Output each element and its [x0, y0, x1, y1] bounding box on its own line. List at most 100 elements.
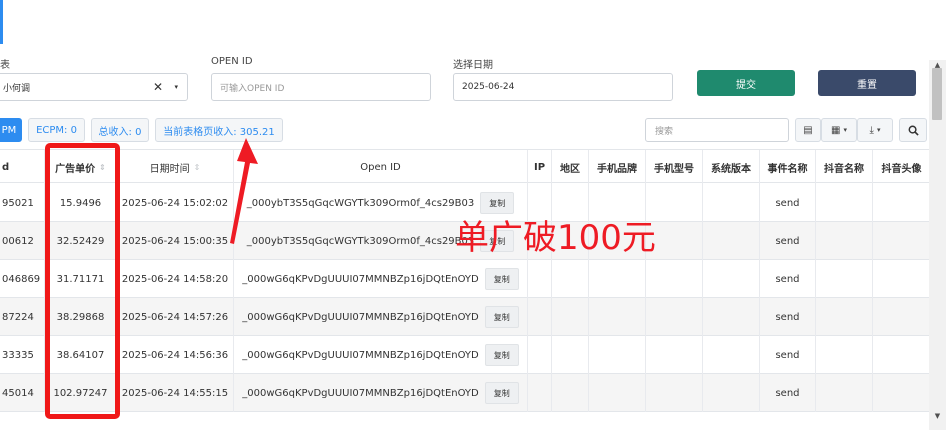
- cell-empty: [816, 298, 873, 336]
- copy-button[interactable]: 复制: [484, 382, 519, 404]
- cell-empty: [816, 260, 873, 298]
- table-row[interactable]: 33335 38.64107 2025-06-24 14:56:36 _000wG6q…: [0, 336, 930, 374]
- col-header-os[interactable]: 系统版本: [703, 150, 760, 184]
- col-header-region[interactable]: 地区: [552, 150, 589, 184]
- col-header-event[interactable]: 事件名称: [760, 150, 816, 184]
- search-button[interactable]: [899, 118, 927, 142]
- cell-datetime: 2025-06-24 15:02:02: [117, 184, 234, 222]
- openid-input[interactable]: 可输入OPEN ID: [211, 73, 431, 101]
- cell-empty: [703, 260, 760, 298]
- cell-empty: [873, 222, 930, 260]
- total-income-pill[interactable]: 总收入: 0: [91, 118, 149, 142]
- cell-openid: _000wG6qKPvDgUUUI07MMNBZp16jDQtEnOYD 复制: [234, 336, 528, 374]
- cell-empty: [816, 336, 873, 374]
- cell-datetime-text: 2025-06-24 14:56:36: [121, 349, 229, 361]
- cell-empty: [646, 298, 703, 336]
- clear-icon[interactable]: ✕: [153, 80, 163, 94]
- cell-openid-text: _000wG6qKPvDgUUUI07MMNBZp16jDQtEnOYD: [242, 387, 479, 399]
- col-header-openid[interactable]: Open ID: [234, 150, 528, 184]
- cell-event: send: [760, 184, 816, 222]
- cell-empty: [703, 184, 760, 222]
- table-search-input[interactable]: 搜索: [645, 118, 789, 142]
- accent-bar: [0, 0, 3, 44]
- caret-icon: ▾: [876, 126, 881, 134]
- cell-empty: [703, 298, 760, 336]
- col-header-datetime[interactable]: 日期时间 ⇕: [117, 150, 234, 184]
- cell-empty: [873, 260, 930, 298]
- cell-empty: [528, 260, 552, 298]
- cell-empty: [816, 184, 873, 222]
- cell-id-text: 33335: [2, 349, 34, 361]
- col-header-ip[interactable]: IP: [528, 150, 552, 184]
- cell-empty: [552, 336, 589, 374]
- cell-openid: _000wG6qKPvDgUUUI07MMNBZp16jDQtEnOYD 复制: [234, 374, 528, 412]
- copy-button[interactable]: 复制: [484, 344, 519, 366]
- col-header-brand[interactable]: 手机品牌: [589, 150, 646, 184]
- copy-button[interactable]: 复制: [484, 268, 519, 290]
- col-header-datetime-label: 日期时间: [149, 163, 190, 175]
- grid-icon: ▦: [831, 124, 841, 136]
- cell-event: send: [760, 222, 816, 260]
- search-icon: [908, 125, 919, 136]
- scroll-down-icon[interactable]: ▼: [930, 411, 945, 421]
- reset-button[interactable]: 重置: [818, 70, 916, 96]
- cell-id-text: 45014: [2, 387, 34, 399]
- cell-event-text: send: [775, 273, 800, 285]
- cell-empty: [646, 336, 703, 374]
- annotation-text: 单广破100元: [455, 218, 656, 258]
- cell-id: 45014: [0, 374, 45, 412]
- cell-empty: [552, 374, 589, 412]
- cell-openid: _000wG6qKPvDgUUUI07MMNBZp16jDQtEnOYD 复制: [234, 298, 528, 336]
- cell-empty: [703, 374, 760, 412]
- sort-icon[interactable]: ⇕: [194, 163, 201, 172]
- filter-label-left: 表: [0, 60, 10, 71]
- col-header-id[interactable]: d: [0, 150, 45, 184]
- cell-openid: _000wG6qKPvDgUUUI07MMNBZp16jDQtEnOYD 复制: [234, 260, 528, 298]
- cell-id: 95021: [0, 184, 45, 222]
- cell-openid-text: _000ybT3S5qGqcWGYTk309Orm0f_4cs29B03: [246, 235, 475, 247]
- cell-empty: [552, 298, 589, 336]
- col-header-douyin-avatar[interactable]: 抖音头像: [873, 150, 930, 184]
- cell-openid-text: _000wG6qKPvDgUUUI07MMNBZp16jDQtEnOYD: [242, 311, 479, 323]
- cell-empty: [646, 374, 703, 412]
- openid-label: OPEN ID: [211, 56, 253, 67]
- cell-datetime-text: 2025-06-24 15:00:35: [121, 235, 229, 247]
- cell-empty: [703, 222, 760, 260]
- cell-event: send: [760, 374, 816, 412]
- col-header-douyin-name[interactable]: 抖音名称: [816, 150, 873, 184]
- cell-datetime-text: 2025-06-24 14:58:20: [121, 273, 229, 285]
- pm-tab[interactable]: PM: [0, 118, 22, 142]
- col-header-model[interactable]: 手机型号: [646, 150, 703, 184]
- type-dropdown[interactable]: 小何调 ✕ ▾: [0, 73, 188, 101]
- export-button[interactable]: ⤓ ▾: [857, 118, 893, 142]
- columns-button[interactable]: ▦ ▾: [821, 118, 857, 142]
- cell-event: send: [760, 260, 816, 298]
- submit-button[interactable]: 提交: [697, 70, 795, 96]
- cell-event-text: send: [775, 387, 800, 399]
- openid-placeholder: 可输入OPEN ID: [220, 83, 285, 94]
- ecpm-pill[interactable]: ECPM: 0: [28, 118, 85, 142]
- cell-datetime-text: 2025-06-24 14:55:15: [121, 387, 229, 399]
- dropdown-value: 小何调: [3, 83, 31, 94]
- scrollbar-thumb[interactable]: [932, 68, 942, 120]
- date-input[interactable]: 2025-06-24: [453, 73, 673, 101]
- cell-empty: [646, 260, 703, 298]
- chevron-down-icon[interactable]: ▾: [174, 83, 178, 91]
- copy-button[interactable]: 复制: [484, 306, 519, 328]
- table-row[interactable]: 046869 31.71171 2025-06-24 14:58:20 _000wG6…: [0, 260, 930, 298]
- table-row[interactable]: 45014 102.97247 2025-06-24 14:55:15 _000wG6…: [0, 374, 930, 412]
- cell-openid-text: _000wG6qKPvDgUUUI07MMNBZp16jDQtEnOYD: [242, 273, 479, 285]
- cell-empty: [589, 298, 646, 336]
- cell-empty: [589, 260, 646, 298]
- table-row[interactable]: 87224 38.29868 2025-06-24 14:57:26 _000wG6q…: [0, 298, 930, 336]
- list-view-button[interactable]: ▤: [795, 118, 821, 142]
- cell-id-text: 87224: [2, 311, 34, 323]
- cell-empty: [816, 222, 873, 260]
- cell-empty: [703, 336, 760, 374]
- cell-id: 33335: [0, 336, 45, 374]
- cell-empty: [873, 298, 930, 336]
- list-icon: ▤: [803, 124, 813, 136]
- table-header: d 广告单价 ⇕ 日期时间 ⇕ Open ID IP 地区 手机品牌 手机型号 系统…: [0, 149, 930, 184]
- cell-empty: [873, 336, 930, 374]
- cell-event-text: send: [775, 311, 800, 323]
